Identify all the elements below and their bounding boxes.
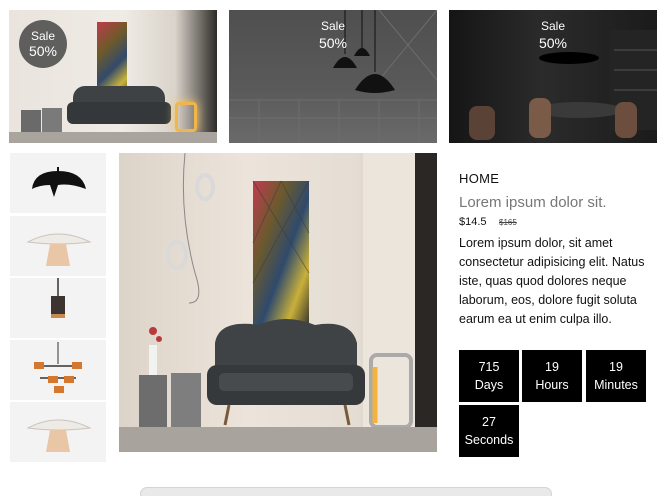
countdown-seconds-label: Seconds [464,433,514,447]
sale-percent: 50% [538,35,568,51]
countdown-minutes: 19 Minutes [586,350,646,402]
sale-percent: 50% [28,43,58,59]
thumbnail-white-mushroom-lamp[interactable] [10,402,106,462]
main-product-image [119,153,437,452]
countdown-days-value: 715 [478,360,500,374]
chandelier-icon [34,342,82,393]
countdown-seconds-value: 27 [482,415,496,429]
product-title: Lorem ipsum dolor sit. [459,194,607,211]
thumbnail-multi-arm-chandelier[interactable] [10,340,106,400]
sale-badge: Sale 50% [229,18,437,53]
mushroom-lamp-icon [26,233,92,266]
floor [9,132,217,143]
sale-label: Sale [30,29,56,43]
sale-percent: 50% [318,35,348,51]
breadcrumb-home[interactable]: HOME [459,171,499,186]
countdown-hours-label: Hours [535,378,569,392]
mushroom-lamp-icon [26,419,92,452]
black-dome-lamp-icon [32,167,86,197]
bottom-section-edge [140,487,552,496]
thumbnail-cylinder-pendant[interactable] [10,278,106,338]
cylinder-lamp-icon [51,278,65,318]
thumbnail-white-mushroom-lamp[interactable] [10,216,106,276]
countdown-hours-value: 19 [545,360,559,374]
sale-banner-pendant-lamps[interactable]: Sale 50% [229,10,437,143]
product-description: Lorem ipsum dolor, sit amet consectetur … [459,236,645,326]
sale-badge: Sale 50% [19,20,67,68]
living-room-scene [119,153,437,452]
countdown-minutes-value: 19 [609,360,623,374]
stool [21,110,41,132]
sale-banner-dining-room[interactable]: Sale 50% [449,10,657,143]
sofa-seat [67,102,171,124]
countdown-days: 715 Days [459,350,519,402]
countdown-seconds: 27 Seconds [459,405,519,457]
sale-label: Sale [320,19,346,33]
countdown-minutes-label: Minutes [594,378,638,392]
product-price: $14.5 [459,216,487,228]
floor-lamp [175,102,197,132]
sale-label: Sale [540,19,566,33]
sale-banner-living-room[interactable]: Sale 50% [9,10,217,143]
thumbnail-black-dome-pendant[interactable] [10,153,106,213]
countdown-hours: 19 Hours [522,350,582,402]
countdown-days-label: Days [474,378,504,392]
sale-badge: Sale 50% [449,18,657,53]
stool [42,108,62,132]
product-old-price: $165 [499,218,517,227]
